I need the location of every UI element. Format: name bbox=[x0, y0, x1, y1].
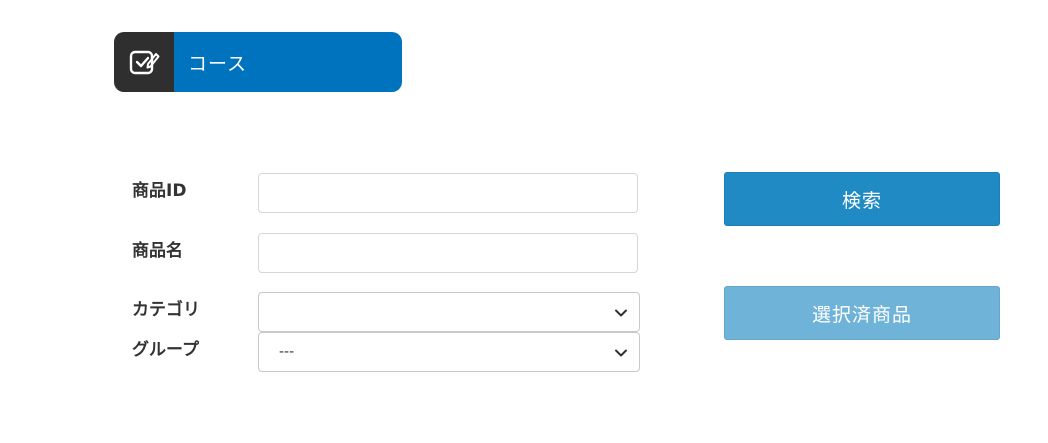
section-icon-box bbox=[114, 32, 174, 92]
chevron-down-icon bbox=[615, 309, 627, 317]
group-select[interactable]: --- bbox=[258, 332, 640, 372]
category-label: カテゴリ bbox=[132, 300, 200, 320]
checkbox-edit-icon bbox=[129, 50, 160, 75]
product-id-label: 商品ID bbox=[132, 181, 187, 201]
group-label: グループ bbox=[132, 340, 199, 360]
category-select[interactable] bbox=[258, 292, 640, 332]
product-name-input[interactable] bbox=[258, 233, 638, 273]
selected-products-button[interactable]: 選択済商品 bbox=[724, 286, 1000, 340]
product-id-input[interactable] bbox=[258, 173, 638, 213]
section-header: コース bbox=[114, 32, 402, 92]
group-selected-value: --- bbox=[279, 344, 295, 360]
product-search-page: コース 商品ID 商品名 カテゴリ グループ --- 検索 選択済商品 bbox=[0, 0, 1048, 443]
chevron-down-icon bbox=[615, 349, 627, 357]
product-name-label: 商品名 bbox=[132, 241, 183, 261]
search-button[interactable]: 検索 bbox=[724, 172, 1000, 226]
section-title: コース bbox=[174, 32, 402, 92]
